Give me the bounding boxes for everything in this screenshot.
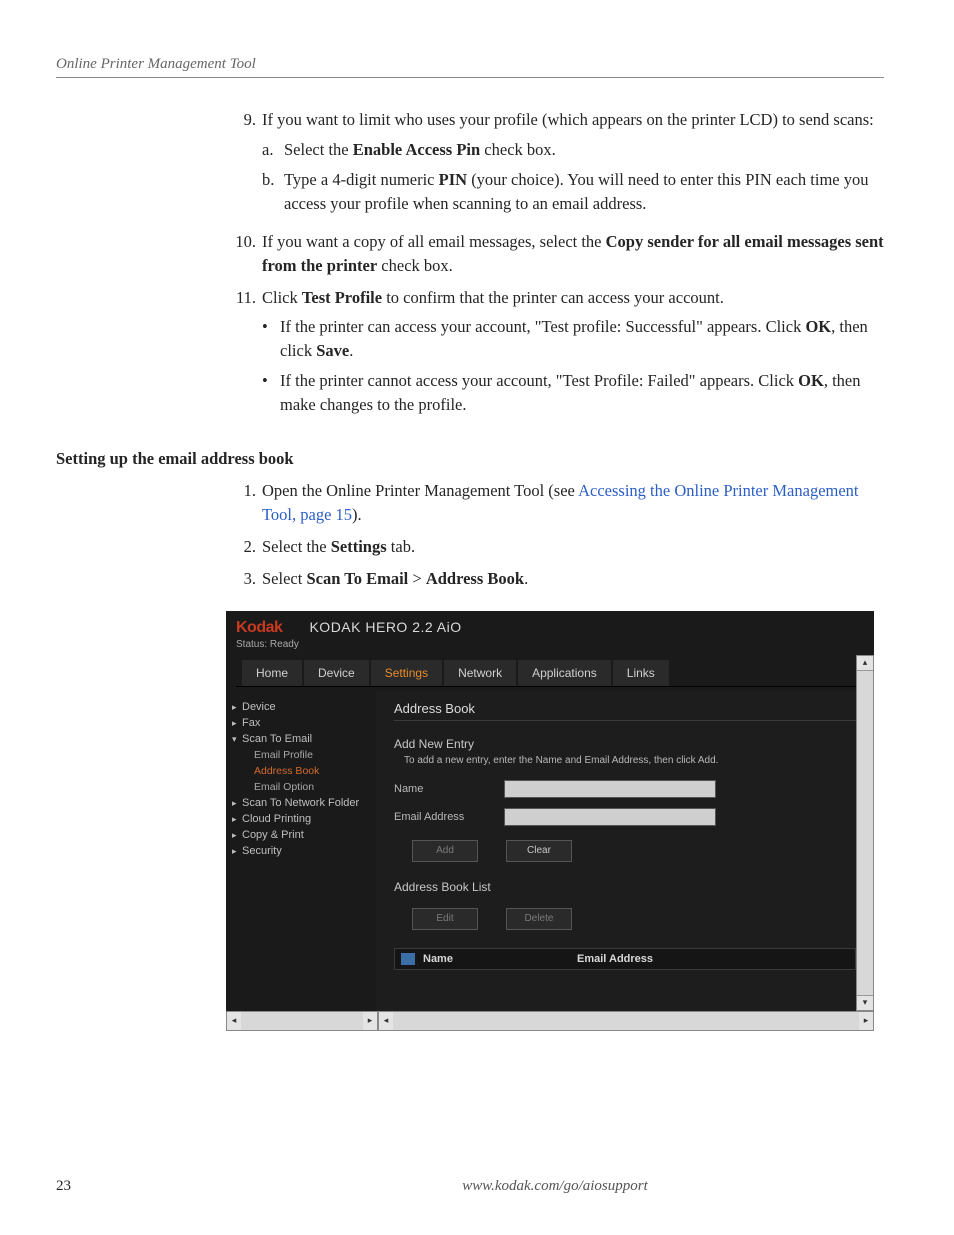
step-10-marker: 10. (226, 230, 262, 278)
step2-1-text: Open the Online Printer Management Tool … (262, 479, 884, 527)
triangle-right-icon: ▸ (232, 702, 237, 713)
triangle-right-icon: ▸ (232, 798, 237, 809)
group-add-new-entry: Add New Entry (394, 737, 856, 751)
sidebar-item-security[interactable]: ▸Security (232, 843, 370, 859)
panel-title: Address Book (394, 701, 856, 721)
sidebar-item-cloud-printing[interactable]: ▸Cloud Printing (232, 811, 370, 827)
step-9b-marker: b. (262, 168, 284, 216)
name-input[interactable] (504, 780, 716, 798)
brand-logo: Kodak (236, 619, 282, 636)
scroll-down-icon[interactable]: ▾ (857, 995, 873, 1010)
step-11-bullet-2: If the printer cannot access your accoun… (280, 369, 884, 417)
bullet-icon: • (262, 315, 280, 363)
scroll-right-icon[interactable]: ▸ (363, 1012, 377, 1030)
sidebar-item-email-option[interactable]: Email Option (232, 779, 370, 795)
tab-network[interactable]: Network (444, 660, 516, 686)
step-9a-marker: a. (262, 138, 284, 162)
add-button[interactable]: Add (412, 840, 478, 862)
step-11-bullet-1: If the printer can access your account, … (280, 315, 884, 363)
step2-2-text: Select the Settings tab. (262, 535, 884, 559)
tab-applications[interactable]: Applications (518, 660, 611, 686)
scroll-up-icon[interactable]: ▴ (857, 656, 873, 671)
delete-button[interactable]: Delete (506, 908, 572, 930)
sidebar-item-device[interactable]: ▸Device (232, 699, 370, 715)
tab-home[interactable]: Home (242, 660, 302, 686)
step2-3-marker: 3. (226, 567, 262, 591)
status-text: Status: Ready (236, 639, 864, 650)
sidebar-item-scan-network-folder[interactable]: ▸Scan To Network Folder (232, 795, 370, 811)
th-email: Email Address (577, 953, 653, 965)
triangle-right-icon: ▸ (232, 830, 237, 841)
step-9-text: If you want to limit who uses your profi… (262, 110, 874, 129)
clear-button[interactable]: Clear (506, 840, 572, 862)
section-heading-address-book: Setting up the email address book (56, 449, 884, 469)
tab-device[interactable]: Device (304, 660, 369, 686)
horizontal-scrollbar-right[interactable]: ◂ ▸ (378, 1011, 874, 1031)
select-all-checkbox[interactable] (401, 953, 415, 965)
step-11-text: Click Test Profile to confirm that the p… (262, 288, 724, 307)
footer-url: www.kodak.com/go/aiosupport (226, 1178, 884, 1195)
step-10-text: If you want a copy of all email messages… (262, 230, 884, 278)
sidebar-item-scan-to-email[interactable]: ▾Scan To Email (232, 731, 370, 747)
scroll-left-icon[interactable]: ◂ (227, 1012, 241, 1030)
horizontal-scrollbar-left[interactable]: ◂ ▸ (226, 1011, 378, 1031)
sidebar-item-copy-print[interactable]: ▸Copy & Print (232, 827, 370, 843)
hint-text: To add a new entry, enter the Name and E… (404, 755, 856, 766)
tab-links[interactable]: Links (613, 660, 669, 686)
vertical-scrollbar[interactable]: ▴ ▾ (856, 655, 874, 1011)
step-9a-text: Select the Enable Access Pin check box. (284, 138, 884, 162)
th-name: Name (423, 953, 577, 965)
step-9-marker: 9. (226, 108, 262, 222)
page-number: 23 (56, 1178, 226, 1195)
screenshot-address-book: Kodak KODAK HERO 2.2 AiO Status: Ready H… (226, 611, 874, 1031)
tab-settings[interactable]: Settings (371, 660, 442, 686)
sidebar-item-fax[interactable]: ▸Fax (232, 715, 370, 731)
table-header: Name Email Address (394, 948, 856, 970)
scroll-left-icon[interactable]: ◂ (379, 1012, 393, 1030)
label-email: Email Address (394, 811, 504, 823)
model-title: KODAK HERO 2.2 AiO (309, 619, 461, 635)
group-address-book-list: Address Book List (394, 880, 856, 894)
step2-1-marker: 1. (226, 479, 262, 527)
running-header: Online Printer Management Tool (56, 56, 884, 78)
step-9b-text: Type a 4-digit numeric PIN (your choice)… (284, 168, 884, 216)
step2-3-text: Select Scan To Email > Address Book. (262, 567, 884, 591)
triangle-right-icon: ▸ (232, 718, 237, 729)
triangle-right-icon: ▸ (232, 846, 237, 857)
edit-button[interactable]: Edit (412, 908, 478, 930)
step-11-marker: 11. (226, 286, 262, 424)
bullet-icon: • (262, 369, 280, 417)
triangle-down-icon: ▾ (232, 734, 237, 745)
scroll-right-icon[interactable]: ▸ (859, 1012, 873, 1030)
email-input[interactable] (504, 808, 716, 826)
label-name: Name (394, 783, 504, 795)
sidebar-item-email-profile[interactable]: Email Profile (232, 747, 370, 763)
triangle-right-icon: ▸ (232, 814, 237, 825)
sidebar-item-address-book[interactable]: Address Book (232, 763, 370, 779)
step2-2-marker: 2. (226, 535, 262, 559)
